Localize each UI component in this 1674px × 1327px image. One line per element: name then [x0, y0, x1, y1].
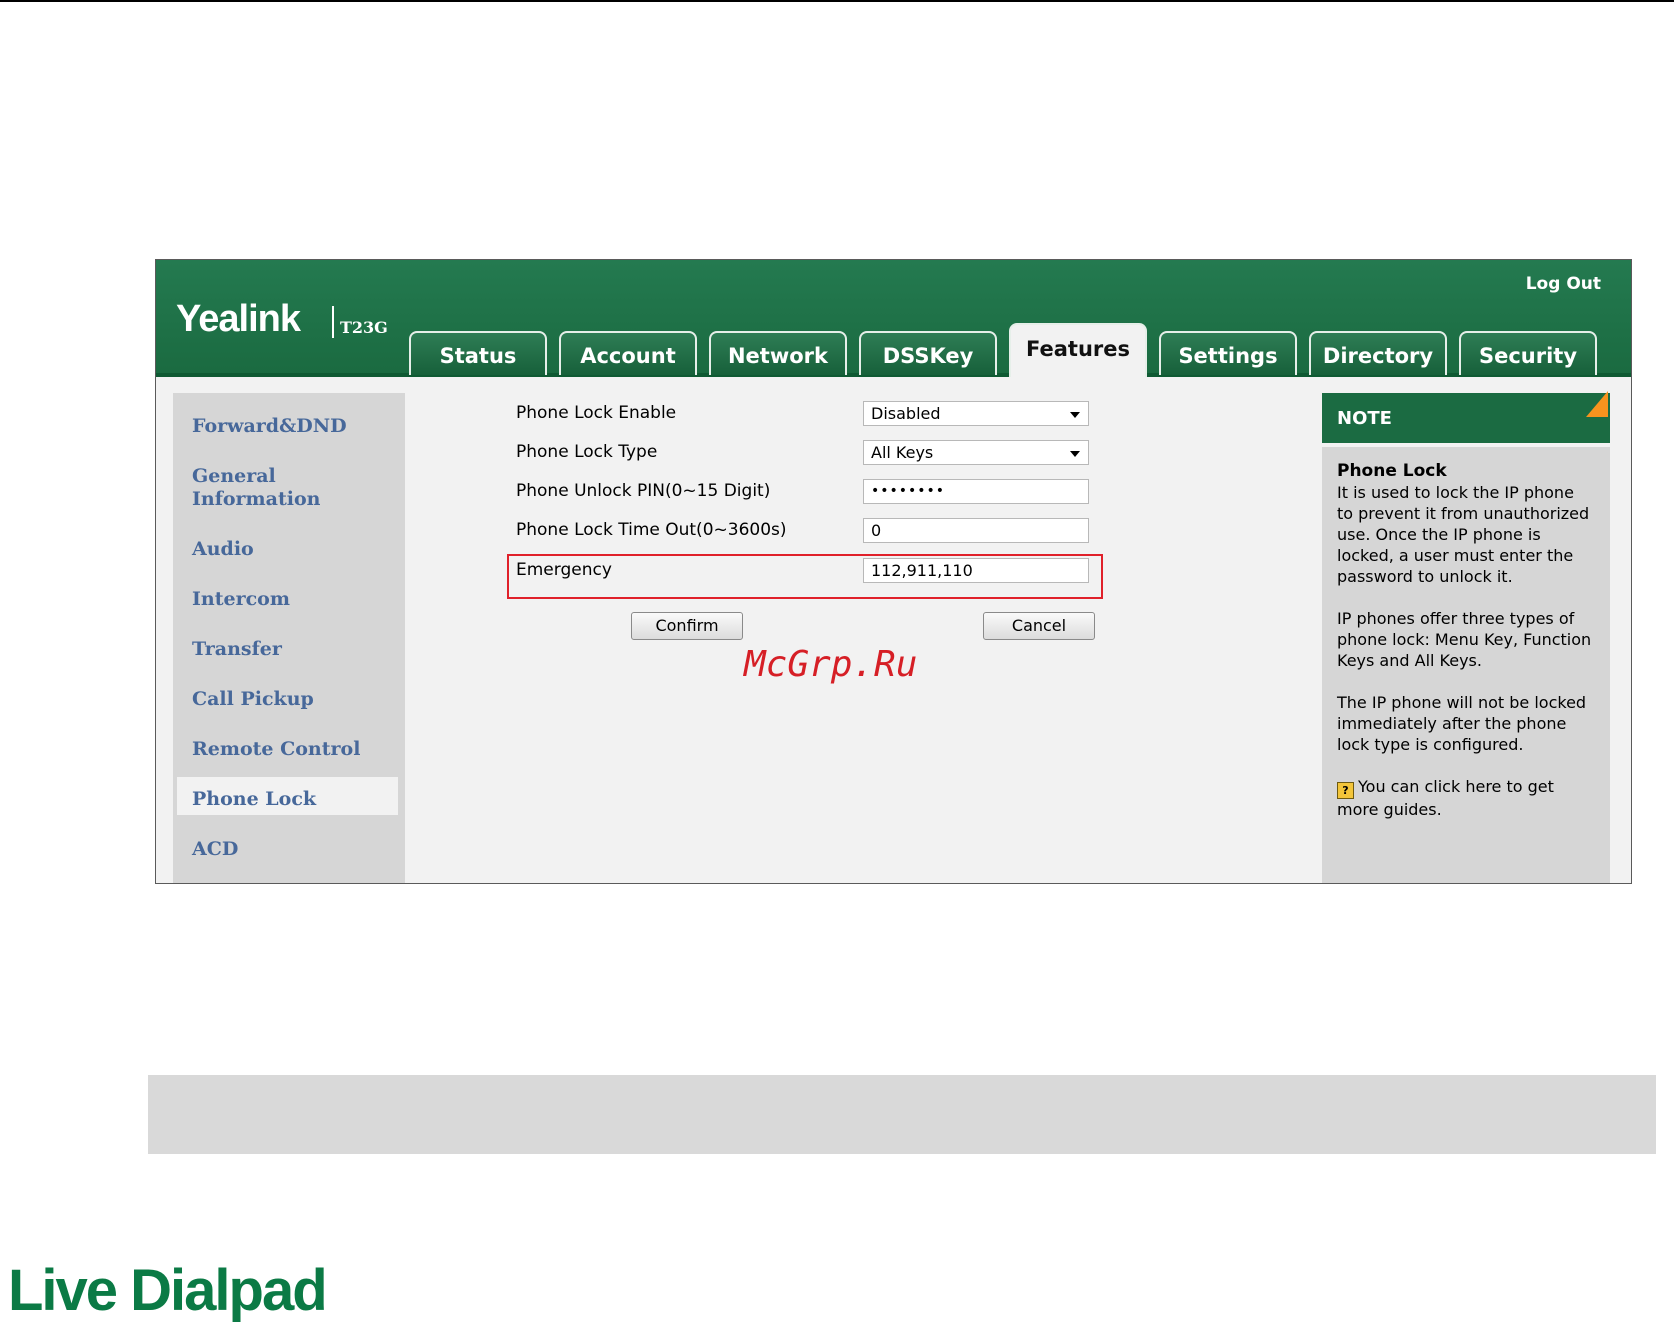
note-paragraph-1: It is used to lock the IP phone to preve… — [1337, 483, 1590, 586]
tab-features[interactable]: Features — [1009, 323, 1147, 377]
phone-lock-enable-label: Phone Lock Enable — [516, 403, 677, 423]
tab-settings[interactable]: Settings — [1159, 331, 1297, 375]
tab-network[interactable]: Network — [709, 331, 847, 375]
yealink-logo: Yealink — [176, 298, 301, 340]
tab-account[interactable]: Account — [559, 331, 697, 375]
phone-lock-enable-select[interactable]: Disabled — [863, 401, 1089, 426]
guide-link-text: You can click here to get more guides. — [1337, 777, 1554, 819]
emergency-field[interactable]: 112,911,110 — [863, 558, 1089, 583]
sidebar-item-forward-dnd[interactable]: Forward&DND — [192, 415, 347, 438]
emergency-label: Emergency — [516, 560, 612, 580]
phone-lock-enable-value: Disabled — [871, 404, 941, 423]
sidebar-item-phone-lock[interactable]: Phone Lock — [192, 788, 316, 811]
tab-security[interactable]: Security — [1459, 331, 1597, 375]
sidebar-item-general-information[interactable]: General Information — [192, 465, 342, 511]
header-bar: Yealink T23G Log Out Status Account Netw… — [156, 260, 1631, 377]
unlock-pin-field[interactable]: •••••••• — [863, 479, 1089, 504]
footer-title: Live Dialpad — [8, 1258, 328, 1323]
unlock-pin-label: Phone Unlock PIN(0~15 Digit) — [516, 481, 771, 501]
top-rule — [0, 0, 1674, 2]
gray-note-bar — [148, 1075, 1656, 1154]
tab-status[interactable]: Status — [409, 331, 547, 375]
cancel-button[interactable]: Cancel — [983, 612, 1095, 640]
sidebar-item-remote-control[interactable]: Remote Control — [192, 738, 360, 761]
note-heading: NOTE — [1322, 393, 1610, 443]
logout-link[interactable]: Log Out — [1526, 274, 1601, 294]
sidebar-item-acd[interactable]: ACD — [192, 838, 238, 861]
browser-screenshot: Yealink T23G Log Out Status Account Netw… — [155, 259, 1632, 884]
phone-lock-type-label: Phone Lock Type — [516, 442, 658, 462]
note-corner-flag — [1586, 391, 1608, 417]
note-title: Phone Lock — [1337, 461, 1447, 481]
sidebar-item-audio[interactable]: Audio — [192, 538, 254, 561]
confirm-button[interactable]: Confirm — [631, 612, 743, 640]
chevron-down-icon — [1070, 451, 1080, 457]
note-paragraph-2: IP phones offer three types of phone loc… — [1337, 609, 1592, 670]
time-out-label: Phone Lock Time Out(0~3600s) — [516, 520, 787, 540]
note-paragraph-3: The IP phone will not be locked immediat… — [1337, 693, 1587, 754]
guide-link[interactable]: ? You can click here to get more guides. — [1337, 776, 1595, 820]
time-out-field[interactable]: 0 — [863, 518, 1089, 543]
tab-directory[interactable]: Directory — [1309, 331, 1447, 375]
sidebar-item-transfer[interactable]: Transfer — [192, 638, 282, 661]
logo-separator — [332, 306, 334, 338]
sidebar-item-intercom[interactable]: Intercom — [192, 588, 290, 611]
phone-lock-type-select[interactable]: All Keys — [863, 440, 1089, 465]
chevron-down-icon — [1070, 412, 1080, 418]
watermark: McGrp.Ru — [744, 644, 918, 685]
help-book-icon: ? — [1337, 782, 1354, 799]
tab-dsskey[interactable]: DSSKey — [859, 331, 997, 375]
phone-lock-type-value: All Keys — [871, 443, 934, 462]
note-panel: Phone Lock It is used to lock the IP pho… — [1322, 447, 1610, 883]
sidebar-item-call-pickup[interactable]: Call Pickup — [192, 688, 314, 711]
model-label: T23G — [340, 318, 388, 337]
